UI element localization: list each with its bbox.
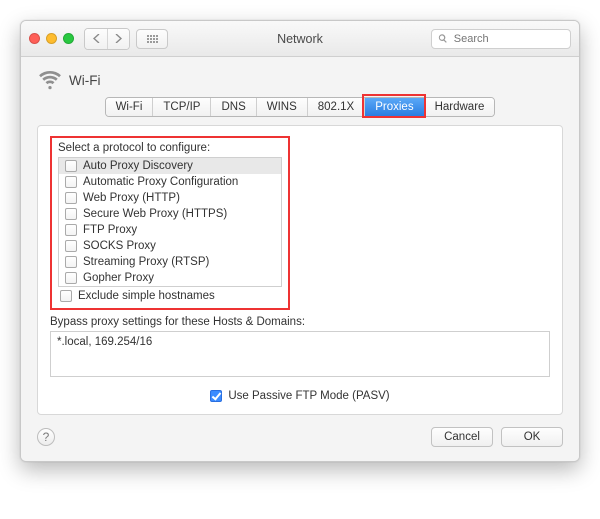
protocol-row[interactable]: Streaming Proxy (RTSP) xyxy=(59,254,281,270)
protocol-label: SOCKS Proxy xyxy=(83,240,156,252)
ok-button[interactable]: OK xyxy=(501,427,563,447)
protocol-label: Secure Web Proxy (HTTPS) xyxy=(83,208,227,220)
connection-name: Wi-Fi xyxy=(69,73,100,88)
protocol-label: Streaming Proxy (RTSP) xyxy=(83,256,209,268)
tab-proxies[interactable]: Proxies xyxy=(365,98,424,116)
wifi-icon xyxy=(39,69,61,91)
protocol-row[interactable]: FTP Proxy xyxy=(59,222,281,238)
connection-header: Wi-Fi xyxy=(37,69,563,91)
protocol-checkbox[interactable] xyxy=(65,192,77,204)
nav-back-forward xyxy=(84,28,130,50)
tab-tcp-ip[interactable]: TCP/IP xyxy=(153,98,211,116)
protocol-row[interactable]: SOCKS Proxy xyxy=(59,238,281,254)
forward-button[interactable] xyxy=(107,29,129,49)
protocol-row[interactable]: Secure Web Proxy (HTTPS) xyxy=(59,206,281,222)
footer: ? Cancel OK xyxy=(37,427,563,447)
protocol-checkbox[interactable] xyxy=(65,240,77,252)
protocol-checkbox[interactable] xyxy=(65,272,77,284)
bypass-textarea[interactable] xyxy=(50,331,550,377)
tab-dns[interactable]: DNS xyxy=(211,98,256,116)
tab-wi-fi[interactable]: Wi-Fi xyxy=(106,98,154,116)
bypass-label: Bypass proxy settings for these Hosts & … xyxy=(50,316,550,328)
titlebar: Network xyxy=(21,21,579,57)
protocol-checkbox[interactable] xyxy=(65,176,77,188)
protocol-row[interactable]: Auto Proxy Discovery xyxy=(59,158,281,174)
show-all-button[interactable] xyxy=(136,29,168,49)
exclude-simple-checkbox[interactable] xyxy=(60,290,72,302)
protocol-row[interactable]: Web Proxy (HTTP) xyxy=(59,190,281,206)
protocol-label: FTP Proxy xyxy=(83,224,137,236)
close-window-button[interactable] xyxy=(29,33,40,44)
passive-ftp-row[interactable]: Use Passive FTP Mode (PASV) xyxy=(50,390,550,402)
tab-hardware[interactable]: Hardware xyxy=(425,98,495,116)
back-button[interactable] xyxy=(85,29,107,49)
annotation-highlight-protocols: Select a protocol to configure: Auto Pro… xyxy=(50,136,290,310)
minimize-window-button[interactable] xyxy=(46,33,57,44)
protocol-list[interactable]: Auto Proxy Discovery Automatic Proxy Conf… xyxy=(58,157,282,287)
passive-ftp-label: Use Passive FTP Mode (PASV) xyxy=(228,390,389,402)
exclude-simple-row[interactable]: Exclude simple hostnames xyxy=(58,287,282,302)
grid-icon xyxy=(147,35,158,43)
protocol-checkbox[interactable] xyxy=(65,160,77,172)
window-body: Wi-Fi Wi-FiTCP/IPDNSWINS802.1XProxiesHar… xyxy=(21,57,579,461)
protocol-label: Automatic Proxy Configuration xyxy=(83,176,238,188)
search-field-wrap[interactable] xyxy=(431,29,571,49)
passive-ftp-checkbox[interactable] xyxy=(210,390,222,402)
protocol-checkbox[interactable] xyxy=(65,208,77,220)
proxies-panel: Select a protocol to configure: Auto Pro… xyxy=(37,125,563,415)
tab-wins[interactable]: WINS xyxy=(257,98,308,116)
protocol-row[interactable]: Automatic Proxy Configuration xyxy=(59,174,281,190)
tab-802-1x[interactable]: 802.1X xyxy=(308,98,365,116)
preferences-window: Network Wi-Fi Wi-FiTCP/IPDNSWINS802.1XPr… xyxy=(20,20,580,462)
tabs: Wi-FiTCP/IPDNSWINS802.1XProxiesHardware xyxy=(105,97,496,117)
chevron-right-icon xyxy=(115,34,122,43)
protocol-checkbox[interactable] xyxy=(65,256,77,268)
zoom-window-button[interactable] xyxy=(63,33,74,44)
protocol-section-label: Select a protocol to configure: xyxy=(58,142,282,154)
protocol-label: Auto Proxy Discovery xyxy=(83,160,193,172)
help-button[interactable]: ? xyxy=(37,428,55,446)
search-input[interactable] xyxy=(452,32,564,46)
protocol-label: Web Proxy (HTTP) xyxy=(83,192,180,204)
search-icon xyxy=(438,33,448,44)
protocol-row[interactable]: Gopher Proxy xyxy=(59,270,281,286)
protocol-checkbox[interactable] xyxy=(65,224,77,236)
cancel-button[interactable]: Cancel xyxy=(431,427,493,447)
window-controls xyxy=(29,33,74,44)
tab-row: Wi-FiTCP/IPDNSWINS802.1XProxiesHardware xyxy=(37,97,563,117)
protocol-label: Gopher Proxy xyxy=(83,272,154,284)
exclude-simple-label: Exclude simple hostnames xyxy=(78,290,215,302)
chevron-left-icon xyxy=(93,34,100,43)
